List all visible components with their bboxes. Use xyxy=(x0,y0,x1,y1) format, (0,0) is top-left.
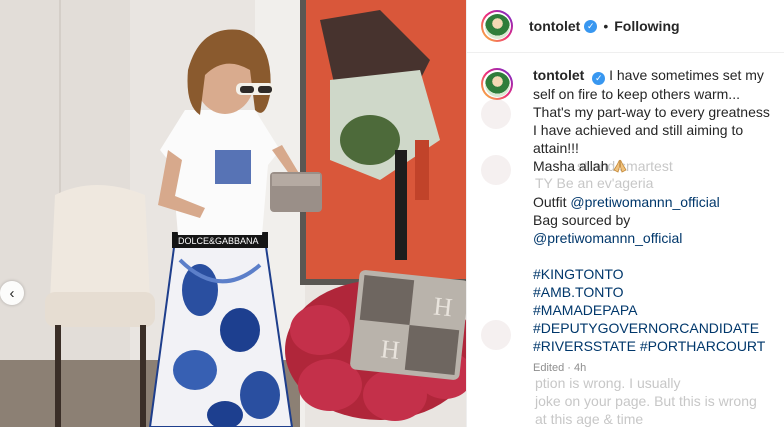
hashtag-link[interactable]: #PORTHARCOURT xyxy=(640,338,766,354)
post-header: tontolet ✓ • Following xyxy=(467,0,784,53)
previous-photo-button[interactable]: ‹ xyxy=(0,281,24,305)
bag-mention-link[interactable]: @pretiwomannn_official xyxy=(533,229,781,247)
praying-hands-emoji-icon xyxy=(613,159,627,173)
caption-line: I have sometimes set my xyxy=(609,67,764,83)
caption-avatar[interactable] xyxy=(481,68,513,100)
caption-masha-line: Masha allah xyxy=(533,157,781,175)
caption-username[interactable]: tontolet xyxy=(533,67,584,83)
hashtag-link[interactable]: #RIVERSSTATE xyxy=(533,338,636,354)
ghost-comment: at this age & time xyxy=(535,411,644,427)
hashtag-link[interactable]: #KINGTONTO xyxy=(533,265,781,283)
header-username[interactable]: tontolet xyxy=(529,18,580,34)
caption-masha: Masha allah xyxy=(533,158,609,174)
chevron-left-icon: ‹ xyxy=(9,284,15,302)
caption-line: self on fire to keep others warm... xyxy=(533,86,740,102)
outfit-mention-link[interactable]: @pretiwomannn_official xyxy=(570,194,719,210)
caption-line: That's my part-way to every greatness xyxy=(533,104,770,120)
profile-picture xyxy=(484,13,510,39)
caption-line: I have achieved and still aiming to xyxy=(533,122,744,138)
hashtag-link[interactable]: #DEPUTYGOVERNORCANDIDATE xyxy=(533,319,781,337)
post-caption: tontolet ✓ I have sometimes set my self … xyxy=(481,66,781,377)
following-button[interactable]: Following xyxy=(614,18,679,34)
caption-line: attain!!! xyxy=(533,140,579,156)
waistband-text: DOLCE&GABBANA xyxy=(178,236,259,246)
hashtag-link[interactable]: #AMB.TONTO xyxy=(533,283,781,301)
post-meta: Edited · 4h xyxy=(533,359,781,377)
meta-separator: · xyxy=(567,362,571,374)
bag-label: Bag sourced by xyxy=(533,212,631,228)
post-time[interactable]: 4h xyxy=(574,362,586,374)
outfit-line: Outfit @pretiwomannn_official xyxy=(533,193,781,211)
hashtag-row: #RIVERSSTATE #PORTHARCOURT xyxy=(533,337,781,355)
caption-profile-picture xyxy=(484,71,510,97)
header-avatar[interactable] xyxy=(481,10,513,42)
caption-body: tontolet ✓ I have sometimes set my self … xyxy=(533,66,781,377)
pillow-letter-2: H xyxy=(432,291,454,322)
verified-badge-icon: ✓ xyxy=(584,19,598,33)
hashtag-link[interactable]: #MAMADEPAPA xyxy=(533,301,781,319)
ghost-comment: joke on your page. But this is wrong xyxy=(535,393,757,409)
verified-badge-icon: ✓ xyxy=(592,72,606,85)
header-separator: • xyxy=(603,18,609,34)
outfit-label: Outfit xyxy=(533,194,567,210)
post-side-panel: tontolet ✓ • Following st and smartest T… xyxy=(466,0,784,427)
edited-label: Edited xyxy=(533,362,565,374)
post-photo[interactable]: H H DOLCE&GABBANA ‹ xyxy=(0,0,466,427)
post-photo-illustration: H H DOLCE&GABBANA xyxy=(0,0,466,427)
pillow-letter: H xyxy=(379,334,401,365)
